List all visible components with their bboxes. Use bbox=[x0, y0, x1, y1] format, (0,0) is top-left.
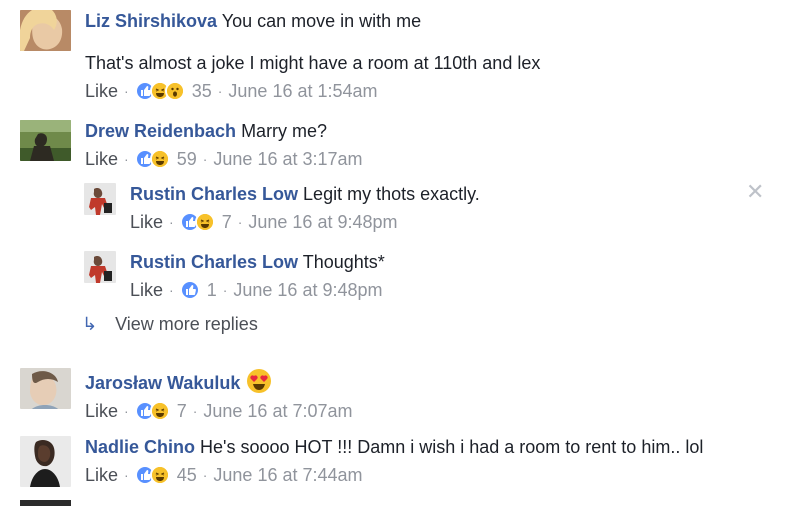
separator: · bbox=[222, 282, 228, 298]
like-link[interactable]: Like bbox=[85, 400, 118, 422]
haha-reaction-icon bbox=[149, 465, 170, 485]
like-link[interactable]: Like bbox=[85, 148, 118, 170]
heart-eyes-emoji-icon bbox=[246, 368, 272, 394]
separator: · bbox=[237, 214, 243, 230]
separator: · bbox=[169, 214, 174, 230]
comment-meta: Like · 45 · June 16 at 7:44am bbox=[85, 464, 703, 486]
haha-reaction-icon bbox=[194, 212, 215, 232]
view-more-replies-label: View more replies bbox=[115, 314, 258, 334]
reply: Rustin Charles Low Thoughts* Like · 1 · … bbox=[84, 251, 385, 301]
timestamp[interactable]: June 16 at 9:48pm bbox=[248, 211, 397, 233]
comment: Nadlie Chino He's soooo HOT !!! Damn i w… bbox=[20, 436, 703, 487]
comment-meta: Like · 7 · June 16 at 9:48pm bbox=[130, 211, 480, 233]
avatar[interactable] bbox=[84, 251, 116, 283]
wow-reaction-icon bbox=[164, 81, 185, 101]
timestamp[interactable]: June 16 at 3:17am bbox=[213, 148, 362, 170]
close-icon[interactable]: ✕ bbox=[746, 181, 764, 203]
timestamp[interactable]: June 16 at 9:48pm bbox=[233, 279, 382, 301]
comment-text: You can move in with me bbox=[221, 11, 422, 31]
separator: · bbox=[202, 151, 208, 167]
commenter-name[interactable]: Rustin Charles Low bbox=[130, 184, 298, 204]
reaction-summary[interactable] bbox=[134, 81, 185, 101]
reaction-count[interactable]: 1 bbox=[207, 279, 217, 301]
separator: · bbox=[124, 467, 129, 483]
commenter-name[interactable]: Nadlie Chino bbox=[85, 437, 195, 457]
comment: Liz Shirshikova You can move in with me … bbox=[20, 10, 540, 102]
comment: Drew Reidenbach Marry me? Like · 59 · Ju… bbox=[20, 120, 363, 170]
avatar[interactable] bbox=[20, 10, 71, 51]
reaction-summary[interactable] bbox=[134, 401, 170, 421]
reaction-count[interactable]: 35 bbox=[192, 80, 212, 102]
separator: · bbox=[124, 403, 129, 419]
reaction-summary[interactable] bbox=[134, 149, 170, 169]
commenter-name[interactable]: Liz Shirshikova bbox=[85, 11, 217, 31]
reaction-count[interactable]: 7 bbox=[222, 211, 232, 233]
commenter-name[interactable]: Drew Reidenbach bbox=[85, 121, 236, 141]
like-link[interactable]: Like bbox=[85, 80, 118, 102]
timestamp[interactable]: June 16 at 7:44am bbox=[213, 464, 362, 486]
comment-meta: Like · 1 · June 16 at 9:48pm bbox=[130, 279, 385, 301]
separator: · bbox=[217, 83, 223, 99]
separator: · bbox=[124, 83, 129, 99]
reaction-count[interactable]: 45 bbox=[177, 464, 197, 486]
comment-meta: Like · 7 · June 16 at 7:07am bbox=[85, 400, 353, 422]
comment-meta: Like · 59 · June 16 at 3:17am bbox=[85, 148, 363, 170]
commenter-name[interactable]: Rustin Charles Low bbox=[130, 252, 298, 272]
avatar[interactable] bbox=[20, 436, 71, 487]
comment-text: Thoughts* bbox=[302, 252, 385, 272]
separator: · bbox=[202, 467, 208, 483]
separator: · bbox=[124, 151, 129, 167]
reaction-summary[interactable] bbox=[134, 465, 170, 485]
like-link[interactable]: Like bbox=[130, 279, 163, 301]
comment-text: He's soooo HOT !!! Damn i wish i had a r… bbox=[200, 437, 704, 457]
avatar[interactable] bbox=[84, 183, 116, 215]
avatar-partial[interactable] bbox=[20, 500, 71, 506]
reply-arrow-icon: ↳ bbox=[82, 314, 98, 334]
reaction-summary[interactable] bbox=[179, 212, 215, 232]
avatar[interactable] bbox=[20, 368, 71, 409]
separator: · bbox=[169, 282, 174, 298]
reaction-count[interactable]: 59 bbox=[177, 148, 197, 170]
haha-reaction-icon bbox=[149, 149, 170, 169]
comment: Jarosław Wakuluk Like · 7 · June 16 at 7… bbox=[20, 368, 353, 422]
comment-text-continued: That's almost a joke I might have a room… bbox=[85, 53, 541, 73]
haha-reaction-icon bbox=[149, 401, 170, 421]
reply: Rustin Charles Low Legit my thots exactl… bbox=[84, 183, 480, 233]
comment-text: Legit my thots exactly. bbox=[303, 184, 480, 204]
commenter-name[interactable]: Jarosław Wakuluk bbox=[85, 373, 240, 393]
like-link[interactable]: Like bbox=[85, 464, 118, 486]
timestamp[interactable]: June 16 at 7:07am bbox=[203, 400, 352, 422]
reaction-count[interactable]: 7 bbox=[177, 400, 187, 422]
separator: · bbox=[192, 403, 198, 419]
reaction-summary[interactable] bbox=[179, 280, 200, 300]
view-more-replies-link[interactable]: ↳ View more replies bbox=[82, 314, 258, 335]
like-link[interactable]: Like bbox=[130, 211, 163, 233]
like-reaction-icon bbox=[179, 280, 200, 300]
comment-meta: Like · 35 · June 16 at 1:54am bbox=[85, 80, 540, 102]
comment-text: Marry me? bbox=[241, 121, 328, 141]
avatar[interactable] bbox=[20, 120, 71, 161]
timestamp[interactable]: June 16 at 1:54am bbox=[228, 80, 377, 102]
